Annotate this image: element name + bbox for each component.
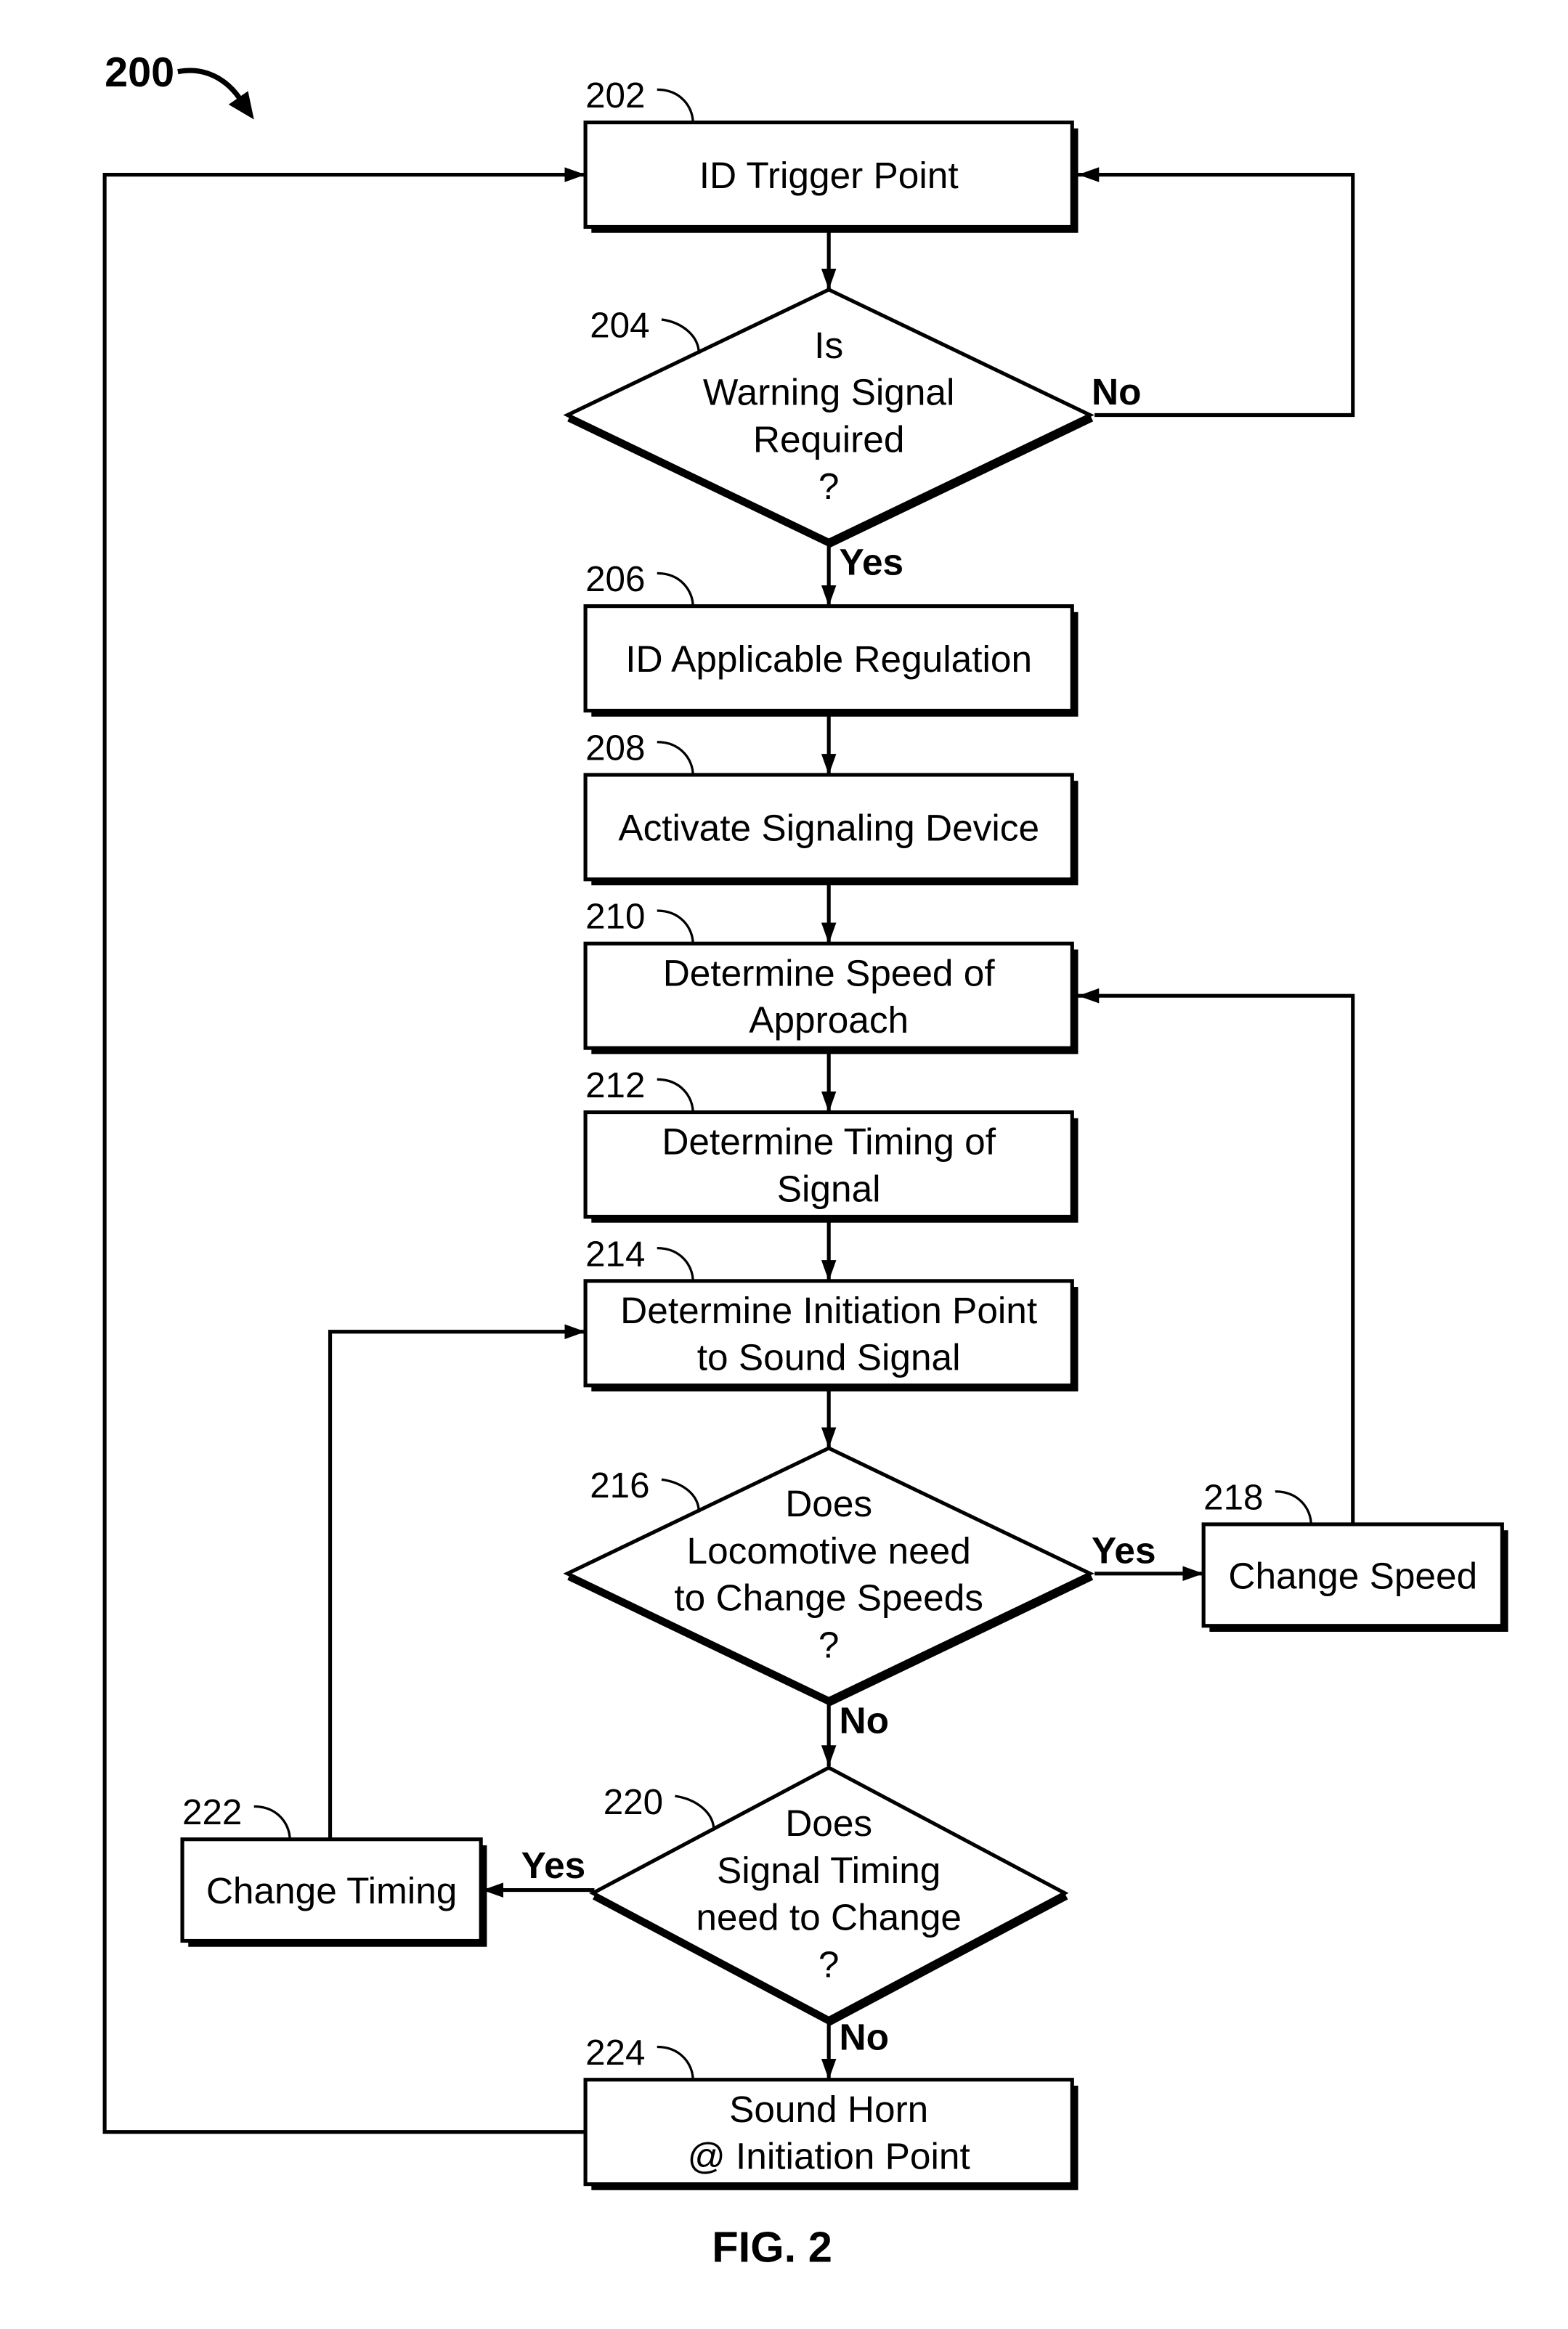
reference-leader (661, 1478, 700, 1513)
reference-number: 222 (182, 1792, 242, 1832)
reference-leader (253, 1805, 291, 1840)
reference-leader (657, 2045, 694, 2080)
node-label: Determine Initiation Point (620, 1289, 1037, 1331)
branch-label-yes: Yes (1092, 1529, 1156, 1571)
node-label: need to Change (696, 1896, 962, 1938)
node-label: Signal (777, 1167, 881, 1209)
reference-leader (1275, 1490, 1312, 1525)
edge-222-214 (328, 1324, 586, 1840)
edge-218-210 (1078, 988, 1355, 1524)
process-node-212: 212 Determine Timing ofSignal (583, 1065, 1078, 1223)
process-node-224: 224 Sound Horn @ Initiation Point (583, 2033, 1078, 2190)
process-node-208: 208 Activate Signaling Device (583, 728, 1078, 886)
node-label: ID Trigger Point (699, 154, 959, 196)
figure-pointer-arrow-icon (177, 68, 254, 120)
branch-label-no: No (840, 2016, 889, 2058)
process-node-202: 202 ID Trigger Point (583, 76, 1078, 233)
figure-number: 200 (105, 49, 174, 96)
process-node-206: 206 ID Applicable Regulation (583, 559, 1078, 717)
figure-caption: FIG. 2 (712, 2222, 832, 2271)
decision-node-216: 216 Does Locomotive need to Change Speeds? (563, 1446, 1094, 1707)
reference-leader (657, 741, 694, 776)
decision-node-204: 204 Is Warning Signal Required? (563, 287, 1094, 548)
node-label: to Sound Signal (697, 1336, 961, 1378)
reference-number: 218 (1203, 1477, 1263, 1517)
reference-number: 220 (604, 1782, 663, 1822)
node-label: Warning Signal (703, 371, 954, 413)
reference-leader (657, 572, 694, 606)
node-label: Change Timing (206, 1869, 458, 1911)
reference-number: 210 (585, 897, 645, 937)
reference-number: 216 (590, 1466, 649, 1505)
node-label: Determine Timing of (662, 1121, 996, 1163)
node-label: Change Speed (1228, 1554, 1477, 1596)
reference-number: 212 (585, 1065, 645, 1105)
reference-leader (661, 318, 700, 354)
node-label: Is (814, 324, 843, 366)
node-label: Does (785, 1802, 872, 1844)
reference-number: 206 (585, 559, 645, 599)
reference-leader (657, 1078, 694, 1113)
reference-number: 214 (585, 1234, 645, 1274)
branch-label-yes: Yes (521, 1844, 586, 1886)
node-label: Determine Speed of (663, 951, 996, 993)
node-label: Required (753, 418, 905, 460)
process-node-218: 218 Change Speed (1201, 1477, 1508, 1632)
node-label: @ Initiation Point (688, 2135, 970, 2177)
node-label: ID Applicable Regulation (625, 638, 1032, 680)
reference-number: 224 (585, 2033, 645, 2073)
reference-leader (657, 1246, 694, 1281)
node-label: Approach (749, 999, 909, 1041)
node-label: Does (785, 1482, 872, 1524)
node-label: ? (818, 1623, 840, 1665)
process-node-210: 210 Determine Speed of Approach (583, 897, 1078, 1054)
reference-number: 208 (585, 728, 645, 768)
node-label: to Change Speeds (674, 1577, 983, 1619)
reference-leader (657, 909, 694, 944)
node-label: Activate Signaling Device (618, 806, 1039, 848)
reference-leader (657, 88, 694, 123)
flowchart-figure: 200 No Yes Yes No Yes No 202ID Trigger P… (102, 49, 1508, 2271)
branch-label-no: No (840, 1699, 889, 1741)
node-label: Signal Timing (717, 1849, 941, 1891)
reference-number: 202 (585, 76, 645, 115)
decision-node-220: 220 Does Signal Timing need to Change? (588, 1765, 1069, 2026)
process-node-222: 222 Change Timing (180, 1792, 487, 1947)
node-label: Locomotive need (687, 1529, 971, 1572)
process-node-214: 214 Determine Initiation Point to Sound Si… (583, 1234, 1078, 1391)
node-label: ? (818, 465, 840, 507)
node-label: Sound Horn (729, 2088, 928, 2130)
branch-label-yes: Yes (840, 540, 904, 582)
reference-number: 204 (590, 306, 649, 346)
flowchart-nodes: 202 ID Trigger Point 204 Is Warning Signal Re… (180, 76, 1508, 2190)
branch-label-no: No (1092, 370, 1141, 412)
node-label: ? (818, 1943, 840, 1985)
reference-leader (675, 1794, 715, 1831)
